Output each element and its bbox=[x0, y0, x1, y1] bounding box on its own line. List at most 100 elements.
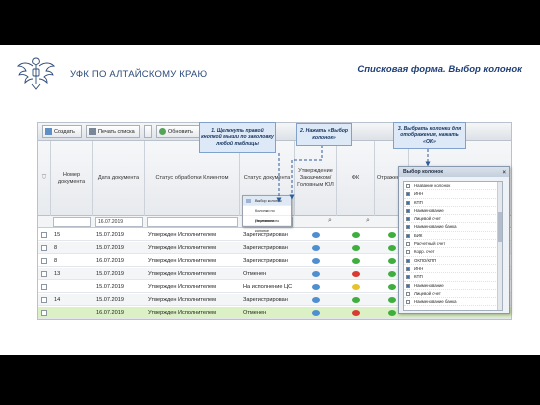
column-option[interactable]: ИНН bbox=[404, 265, 502, 274]
columns-list-items: Название колонок ИНН КПП Наименование Лицево… bbox=[404, 182, 502, 307]
print-list-label: Печать списка bbox=[98, 128, 135, 135]
reflection-status-dot bbox=[388, 245, 396, 251]
column-option[interactable]: Лицевой счет bbox=[404, 290, 502, 299]
refresh-button[interactable]: Обновить bbox=[156, 125, 204, 138]
header-doc-date[interactable]: Дата документа bbox=[93, 141, 145, 216]
approval-status-dot bbox=[312, 271, 320, 277]
menu-item-default-columns[interactable]: Колонки по умолчанию bbox=[243, 206, 291, 223]
reflection-status-dot bbox=[388, 232, 396, 238]
column-option-checkbox[interactable] bbox=[406, 266, 410, 271]
header-approval[interactable]: Утверждение Заказчиком/ Головным ЮЛ bbox=[295, 141, 337, 216]
header-fk[interactable]: ФК bbox=[337, 141, 375, 216]
row-checkbox[interactable] bbox=[41, 271, 47, 277]
approval-status-dot bbox=[312, 297, 320, 303]
column-option[interactable]: Наименование bbox=[404, 282, 502, 290]
column-option[interactable]: Корр. счет bbox=[404, 248, 502, 257]
cell-doc-date: 16.07.2019 bbox=[96, 310, 124, 316]
create-button[interactable]: Создать bbox=[42, 125, 82, 138]
select-all-column[interactable]: ⛉ bbox=[38, 141, 51, 216]
row-checkbox[interactable] bbox=[41, 258, 47, 264]
reflection-status-dot bbox=[388, 258, 396, 264]
filter-doc-date[interactable]: 16.07.2019 bbox=[95, 217, 143, 227]
cell-doc-date: 15.07.2019 bbox=[96, 284, 124, 290]
column-option[interactable]: ОКПО/КПП bbox=[404, 257, 502, 265]
column-option-label: Наименование bbox=[414, 282, 444, 288]
column-option-label: Наименование банка bbox=[414, 224, 457, 230]
menu-item-choose-columns[interactable]: Выбор колонок bbox=[243, 196, 291, 206]
create-button-label: Создать bbox=[54, 128, 75, 135]
cell-doc-number: 8 bbox=[54, 245, 58, 251]
column-option-label: Расчетный счет bbox=[414, 241, 446, 247]
create-icon bbox=[45, 128, 52, 135]
cell-doc-status: Зарегистрирован bbox=[243, 258, 288, 264]
row-checkbox[interactable] bbox=[41, 297, 47, 303]
header-doc-number-label: Номер документа bbox=[57, 171, 86, 185]
fk-status-dot bbox=[352, 297, 360, 303]
search-icon[interactable]: ⌕ bbox=[366, 217, 370, 225]
org-title: УФК ПО АЛТАЙСКОМУ КРАЮ bbox=[70, 69, 208, 80]
column-option[interactable]: Лицевой счет bbox=[404, 215, 502, 224]
scrollbar-thumb[interactable] bbox=[498, 212, 502, 242]
header-doc-number[interactable]: Номер документа bbox=[51, 141, 93, 216]
column-option-checkbox[interactable] bbox=[406, 250, 410, 255]
cell-doc-number bbox=[54, 281, 92, 293]
column-option[interactable]: КПП bbox=[404, 273, 502, 282]
close-icon[interactable]: × bbox=[502, 168, 506, 178]
column-option[interactable]: Наименование банка bbox=[404, 223, 502, 232]
column-option-checkbox[interactable] bbox=[406, 192, 410, 197]
cell-client-status: Утвержден Исполнителем bbox=[148, 245, 216, 251]
column-option-checkbox[interactable] bbox=[406, 291, 410, 296]
reflection-status-dot bbox=[388, 297, 396, 303]
cell-doc-number: 8 bbox=[54, 258, 58, 264]
slide-title: Списковая форма. Выбор колонок bbox=[357, 64, 522, 75]
cell-doc-number: 13 bbox=[54, 271, 61, 277]
column-option-checkbox[interactable] bbox=[406, 217, 410, 222]
column-option-checkbox[interactable] bbox=[406, 208, 410, 213]
toolbar-small-button[interactable] bbox=[144, 125, 152, 138]
cell-doc-date: 15.07.2019 bbox=[96, 232, 124, 238]
approval-status-dot bbox=[312, 232, 320, 238]
column-option[interactable]: Расчетный счет bbox=[404, 240, 502, 249]
menu-item-move-column[interactable]: Перенести по колонке bbox=[243, 216, 291, 233]
cell-client-status: Утвержден Исполнителем bbox=[148, 271, 216, 277]
column-option[interactable]: Название колонок bbox=[404, 182, 502, 191]
column-option-label: Лицевой счет bbox=[414, 290, 441, 296]
column-option-checkbox[interactable] bbox=[406, 200, 410, 205]
column-option-checkbox[interactable] bbox=[406, 184, 410, 188]
column-option-checkbox[interactable] bbox=[406, 258, 410, 263]
column-option[interactable]: Наименование банка bbox=[404, 298, 502, 307]
row-checkbox[interactable] bbox=[41, 310, 47, 316]
column-option-checkbox[interactable] bbox=[406, 283, 410, 288]
column-option[interactable]: ИНН bbox=[404, 190, 502, 199]
column-option-checkbox[interactable] bbox=[406, 275, 410, 280]
approval-status-dot bbox=[312, 258, 320, 264]
fk-status-dot bbox=[352, 284, 360, 290]
column-option[interactable]: БИК bbox=[404, 232, 502, 241]
column-option-label: Лицевой счет bbox=[414, 216, 441, 222]
filter-doc-number[interactable] bbox=[53, 217, 91, 227]
cell-doc-number bbox=[54, 307, 92, 319]
cell-doc-status: На исполнение ЦС bbox=[243, 284, 293, 290]
column-option-checkbox[interactable] bbox=[406, 233, 410, 238]
column-option-checkbox[interactable] bbox=[406, 300, 410, 305]
row-checkbox[interactable] bbox=[41, 284, 47, 290]
row-checkbox[interactable] bbox=[41, 232, 47, 238]
column-option-checkbox[interactable] bbox=[406, 225, 410, 230]
search-icon[interactable]: ⌕ bbox=[328, 217, 332, 225]
dialog-title: Выбор колонок × bbox=[399, 167, 509, 177]
cell-doc-status: Зарегистрирован bbox=[243, 245, 288, 251]
columns-list: Название колонок ИНН КПП Наименование Лицево… bbox=[403, 181, 503, 311]
row-checkbox[interactable] bbox=[41, 245, 47, 251]
eagle-emblem-icon bbox=[16, 57, 56, 90]
fk-status-dot bbox=[352, 258, 360, 264]
print-list-button[interactable]: Печать списка bbox=[86, 125, 140, 138]
header-fk-label: ФК bbox=[351, 175, 360, 182]
column-option[interactable]: КПП bbox=[404, 199, 502, 207]
columns-list-scrollbar[interactable] bbox=[497, 182, 502, 310]
filter-client-status[interactable] bbox=[147, 217, 238, 227]
fk-status-dot bbox=[352, 245, 360, 251]
printer-icon bbox=[89, 128, 96, 135]
column-option-checkbox[interactable] bbox=[406, 242, 410, 247]
approval-status-dot bbox=[312, 284, 320, 290]
column-option[interactable]: Наименование bbox=[404, 207, 502, 216]
